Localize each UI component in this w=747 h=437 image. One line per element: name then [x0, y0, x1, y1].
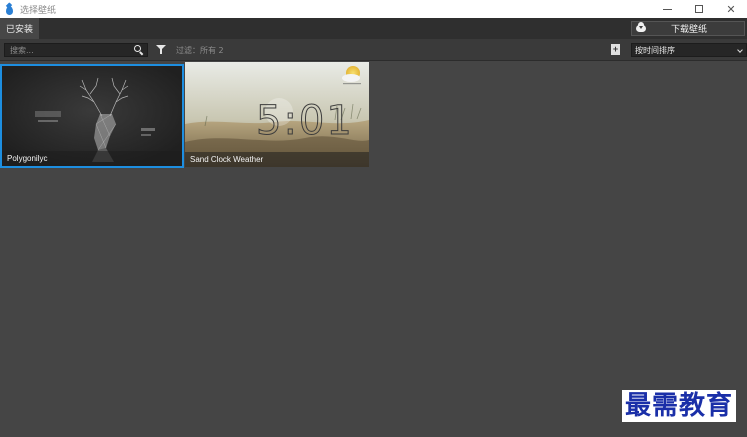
maximize-icon — [695, 5, 703, 13]
cloud-download-icon — [636, 22, 646, 32]
maximize-button[interactable] — [683, 0, 715, 18]
search-box — [4, 43, 148, 57]
window-title: 选择壁纸 — [20, 5, 57, 16]
minimize-icon — [662, 8, 672, 10]
clock-time-text: 5:01 — [256, 98, 354, 144]
watermark-logo: 最需教育 — [622, 390, 737, 422]
toolbar: 过滤：所有 2 按时间排序 — [0, 39, 747, 61]
tab-installed[interactable]: 已安装 — [0, 18, 39, 39]
wallpaper-grid: Polygonilyc 5:01 Sand Clock Weather — [0, 62, 747, 437]
title-bar: 选择壁纸 ✕ — [0, 0, 747, 18]
close-icon: ✕ — [726, 2, 736, 16]
wallpaper-tile-sand-clock-weather[interactable]: 5:01 Sand Clock Weather — [185, 62, 369, 167]
filter-icon[interactable] — [156, 45, 166, 55]
sort-selected-value: 按时间排序 — [635, 45, 675, 55]
chevron-down-icon — [737, 47, 743, 53]
minimize-button[interactable] — [651, 0, 683, 18]
close-button[interactable]: ✕ — [715, 0, 747, 18]
add-file-icon[interactable] — [611, 43, 620, 55]
download-wallpaper-button[interactable]: 下载壁纸 — [631, 21, 745, 36]
app-drop-icon — [0, 0, 18, 18]
tab-bar: 已安装 下载壁纸 — [0, 18, 747, 39]
search-icon[interactable] — [134, 45, 144, 55]
search-input[interactable] — [5, 44, 133, 56]
sort-dropdown[interactable]: 按时间排序 — [631, 43, 747, 57]
download-button-label: 下载壁纸 — [670, 25, 707, 35]
window-controls: ✕ — [651, 0, 747, 18]
filter-status-text: 过滤：所有 2 — [176, 46, 224, 55]
wallpaper-tile-polygonilyc[interactable]: Polygonilyc — [0, 64, 184, 168]
wallpaper-title: Polygonilyc — [2, 151, 182, 166]
wallpaper-title: Sand Clock Weather — [185, 152, 369, 167]
